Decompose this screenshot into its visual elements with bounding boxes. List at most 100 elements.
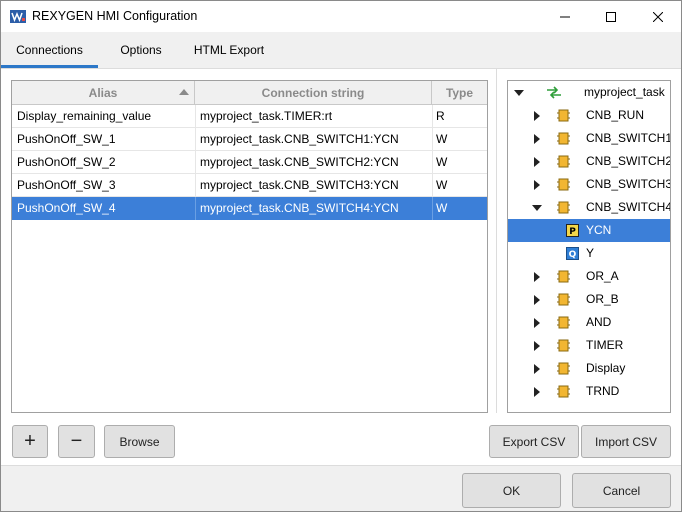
cell-type: R — [436, 109, 445, 123]
tree-label: CNB_RUN — [586, 108, 645, 122]
tree-label: OR_B — [586, 292, 619, 306]
tab-bar: Connections Options HTML Export — [1, 32, 681, 68]
expand-down-icon[interactable] — [532, 205, 542, 211]
cell-type: W — [436, 178, 448, 192]
function-block-icon — [557, 155, 570, 168]
close-button[interactable] — [635, 1, 681, 32]
tree-root-myproject-task[interactable]: myproject_task — [508, 81, 670, 104]
column-separator — [195, 105, 196, 128]
dialog-window: REXYGEN HMI Configuration Connections Op… — [0, 0, 682, 512]
block-tree: myproject_task CNB_RUN CNB_SWITCH1 CNB_S… — [507, 80, 671, 413]
splitter-handle[interactable] — [496, 69, 497, 413]
expand-right-icon[interactable] — [534, 157, 540, 167]
function-block-icon — [557, 201, 570, 214]
cancel-button[interactable]: Cancel — [572, 473, 671, 508]
column-separator — [432, 128, 433, 151]
maximize-button[interactable] — [588, 1, 634, 32]
column-separator — [432, 105, 433, 128]
tree-node-cnb-run[interactable]: CNB_RUN — [508, 104, 670, 127]
expand-right-icon[interactable] — [534, 272, 540, 282]
title-bar: REXYGEN HMI Configuration — [1, 1, 681, 32]
connections-table: Alias Connection string Type Display_rem… — [11, 80, 488, 413]
tree-node-y[interactable]: Q Y — [508, 242, 670, 265]
column-separator — [432, 151, 433, 174]
expand-right-icon[interactable] — [534, 295, 540, 305]
function-block-icon — [557, 178, 570, 191]
tree-label: CNB_SWITCH1 — [586, 131, 671, 145]
svg-text:Q: Q — [569, 250, 577, 260]
cell-connection: myproject_task.TIMER:rt — [200, 109, 333, 123]
column-separator — [195, 174, 196, 197]
sort-ascending-icon — [179, 89, 189, 95]
tree-label: AND — [586, 315, 612, 329]
column-separator — [432, 174, 433, 197]
column-separator — [195, 197, 196, 220]
window-title: REXYGEN HMI Configuration — [32, 9, 198, 23]
function-block-icon — [557, 109, 570, 122]
cell-alias: PushOnOff_SW_2 — [17, 155, 116, 169]
tree-label: TIMER — [586, 338, 624, 352]
tree-node-trnd[interactable]: TRND — [508, 380, 670, 403]
remove-row-button[interactable]: − — [58, 425, 95, 458]
table-row-selected[interactable]: PushOnOff_SW_4 myproject_task.CNB_SWITCH… — [12, 197, 487, 220]
tree-label: CNB_SWITCH2 — [586, 154, 671, 168]
tree-node-ycn-selected[interactable]: P YCN — [508, 219, 670, 242]
cell-type: W — [436, 132, 448, 146]
cell-connection: myproject_task.CNB_SWITCH1:YCN — [200, 132, 399, 146]
expand-right-icon[interactable] — [534, 134, 540, 144]
tree-node-or-b[interactable]: OR_B — [508, 288, 670, 311]
expand-down-icon[interactable] — [514, 90, 524, 96]
function-block-icon — [557, 385, 570, 398]
expand-right-icon[interactable] — [534, 364, 540, 374]
tree-node-cnb-switch2[interactable]: CNB_SWITCH2 — [508, 150, 670, 173]
output-q-icon: Q — [566, 247, 579, 260]
column-separator — [432, 197, 433, 220]
tree-node-or-a[interactable]: OR_A — [508, 265, 670, 288]
export-csv-button[interactable]: Export CSV — [489, 425, 579, 458]
cell-connection: myproject_task.CNB_SWITCH4:YCN — [200, 201, 399, 215]
browse-button[interactable]: Browse — [104, 425, 175, 458]
table-row[interactable]: Display_remaining_value myproject_task.T… — [12, 105, 487, 128]
tree-node-cnb-switch3[interactable]: CNB_SWITCH3 — [508, 173, 670, 196]
column-separator — [195, 151, 196, 174]
add-row-button[interactable]: + — [12, 425, 48, 458]
rexygen-app-icon — [10, 10, 26, 23]
function-block-icon — [557, 293, 570, 306]
cell-connection: myproject_task.CNB_SWITCH3:YCN — [200, 178, 399, 192]
expand-right-icon[interactable] — [534, 341, 540, 351]
tab-html-export[interactable]: HTML Export — [183, 32, 275, 68]
column-header-type[interactable]: Type — [432, 81, 487, 105]
column-separator — [195, 128, 196, 151]
table-row[interactable]: PushOnOff_SW_1 myproject_task.CNB_SWITCH… — [12, 128, 487, 151]
function-block-icon — [557, 339, 570, 352]
import-csv-button[interactable]: Import CSV — [581, 425, 671, 458]
minimize-button[interactable] — [542, 1, 588, 32]
expand-right-icon[interactable] — [534, 111, 540, 121]
dialog-footer: OK Cancel — [1, 465, 681, 511]
tree-node-cnb-switch4[interactable]: CNB_SWITCH4 — [508, 196, 670, 219]
expand-right-icon[interactable] — [534, 180, 540, 190]
svg-text:P: P — [569, 227, 576, 237]
ok-button[interactable]: OK — [462, 473, 561, 508]
expand-right-icon[interactable] — [534, 318, 540, 328]
tree-label: CNB_SWITCH3 — [586, 177, 671, 191]
tree-label: YCN — [586, 223, 612, 237]
tree-label: TRND — [586, 384, 620, 398]
tab-options[interactable]: Options — [104, 32, 178, 68]
function-block-icon — [557, 270, 570, 283]
function-block-icon — [557, 362, 570, 375]
cell-alias: PushOnOff_SW_3 — [17, 178, 116, 192]
tab-connections[interactable]: Connections — [1, 32, 98, 68]
function-block-icon — [557, 316, 570, 329]
cell-alias: PushOnOff_SW_1 — [17, 132, 116, 146]
column-header-alias[interactable]: Alias — [12, 81, 195, 105]
tree-node-display[interactable]: Display — [508, 357, 670, 380]
column-header-connection-string[interactable]: Connection string — [195, 81, 432, 105]
tree-node-cnb-switch1[interactable]: CNB_SWITCH1 — [508, 127, 670, 150]
tree-node-timer[interactable]: TIMER — [508, 334, 670, 357]
table-row[interactable]: PushOnOff_SW_2 myproject_task.CNB_SWITCH… — [12, 151, 487, 174]
tree-label: Display — [586, 361, 626, 375]
table-row[interactable]: PushOnOff_SW_3 myproject_task.CNB_SWITCH… — [12, 174, 487, 197]
tree-node-and[interactable]: AND — [508, 311, 670, 334]
expand-right-icon[interactable] — [534, 387, 540, 397]
